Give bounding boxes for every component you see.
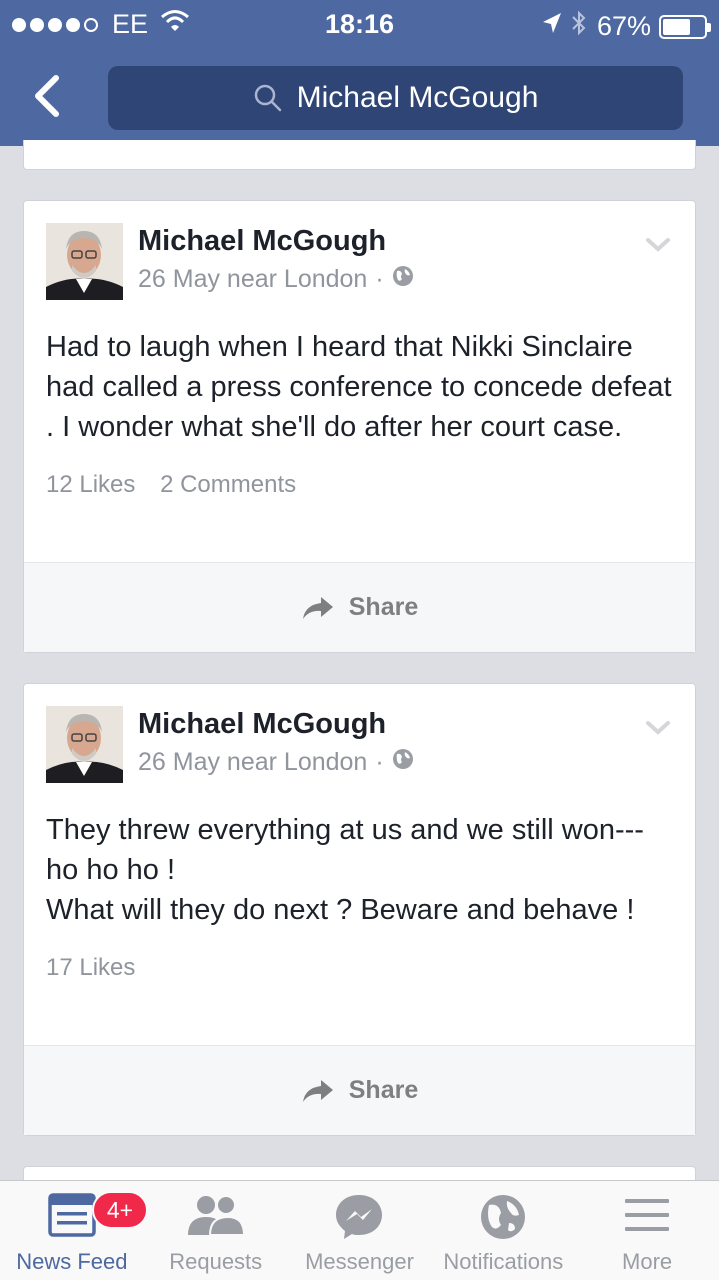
tab-bar: 4+ News Feed Requests Messenger Notifica… (0, 1180, 719, 1280)
post-header: Michael McGough 26 May near London · (24, 201, 695, 301)
tab-news-feed[interactable]: 4+ News Feed (0, 1181, 148, 1280)
tab-label: Messenger (305, 1249, 414, 1274)
post-text-line: What will they do next ? Beware and beha… (46, 894, 635, 926)
comments-count[interactable]: 2 Comments (160, 471, 296, 498)
chevron-down-icon (646, 238, 670, 252)
tab-label: Requests (169, 1249, 263, 1274)
post-author[interactable]: Michael McGough (138, 225, 386, 258)
avatar[interactable] (46, 223, 123, 300)
chevron-down-icon (646, 721, 670, 735)
tab-label: Notifications (443, 1249, 564, 1274)
news-feed-icon (48, 1193, 96, 1243)
post-date-location[interactable]: 26 May near London (138, 748, 367, 777)
messenger-icon (334, 1193, 384, 1247)
post-meta: 26 May near London · (138, 265, 414, 294)
status-right: 67% (541, 9, 711, 44)
chevron-left-icon (35, 75, 59, 117)
battery-level (663, 18, 690, 35)
post-card: Michael McGough 26 May near London · The… (23, 683, 696, 1136)
post-options-chevron[interactable] (645, 237, 671, 258)
share-label: Share (348, 1076, 419, 1104)
status-bar: EE 18:16 67% (0, 0, 719, 50)
tab-requests[interactable]: Requests (144, 1181, 288, 1280)
tab-more[interactable]: More (575, 1181, 719, 1280)
share-arrow-icon (302, 596, 333, 619)
bluetooth-icon (571, 9, 587, 44)
search-icon (254, 84, 281, 112)
share-label: Share (348, 593, 419, 621)
battery-percent: 67% (596, 11, 651, 41)
post-stats: 12 Likes 2 Comments (24, 447, 695, 523)
tab-label: News Feed (16, 1249, 128, 1274)
likes-count[interactable]: 12 Likes (46, 471, 135, 498)
post-meta: 26 May near London · (138, 748, 414, 777)
tab-label: More (622, 1249, 673, 1274)
post-header: Michael McGough 26 May near London · (24, 684, 695, 784)
globe-icon (392, 265, 414, 294)
tab-messenger[interactable]: Messenger (288, 1181, 432, 1280)
nav-header: EE 18:16 67% Michael McGough (0, 0, 719, 146)
post-author[interactable]: Michael McGough (138, 708, 386, 741)
news-feed-badge: 4+ (92, 1191, 148, 1229)
post-text-line: They threw everything at us and we still… (46, 814, 644, 886)
likes-count[interactable]: 17 Likes (46, 954, 135, 981)
share-button[interactable]: Share (24, 562, 695, 652)
post-date-location[interactable]: 26 May near London (138, 265, 367, 294)
location-arrow-icon (541, 11, 563, 42)
friend-requests-icon (186, 1193, 246, 1243)
meta-separator: · (375, 748, 384, 776)
post-stats: 17 Likes (24, 930, 695, 1006)
meta-separator: · (375, 265, 384, 293)
search-input[interactable]: Michael McGough (108, 66, 683, 130)
share-button[interactable]: Share (24, 1045, 695, 1135)
post-text: They threw everything at us and we still… (24, 784, 695, 930)
post-options-chevron[interactable] (645, 720, 671, 741)
previous-post-card (23, 140, 696, 170)
back-button[interactable] (28, 72, 68, 120)
tab-notifications[interactable]: Notifications (431, 1181, 575, 1280)
share-arrow-icon (302, 1079, 333, 1102)
post-text: Had to laugh when I heard that Nikki Sin… (46, 331, 672, 443)
battery-icon (659, 14, 711, 39)
avatar[interactable] (46, 706, 123, 783)
menu-icon (623, 1193, 671, 1243)
globe-icon (392, 748, 414, 777)
globe-icon (479, 1193, 527, 1247)
search-query: Michael McGough (296, 81, 539, 114)
post-card: Michael McGough 26 May near London · Had… (23, 200, 696, 653)
